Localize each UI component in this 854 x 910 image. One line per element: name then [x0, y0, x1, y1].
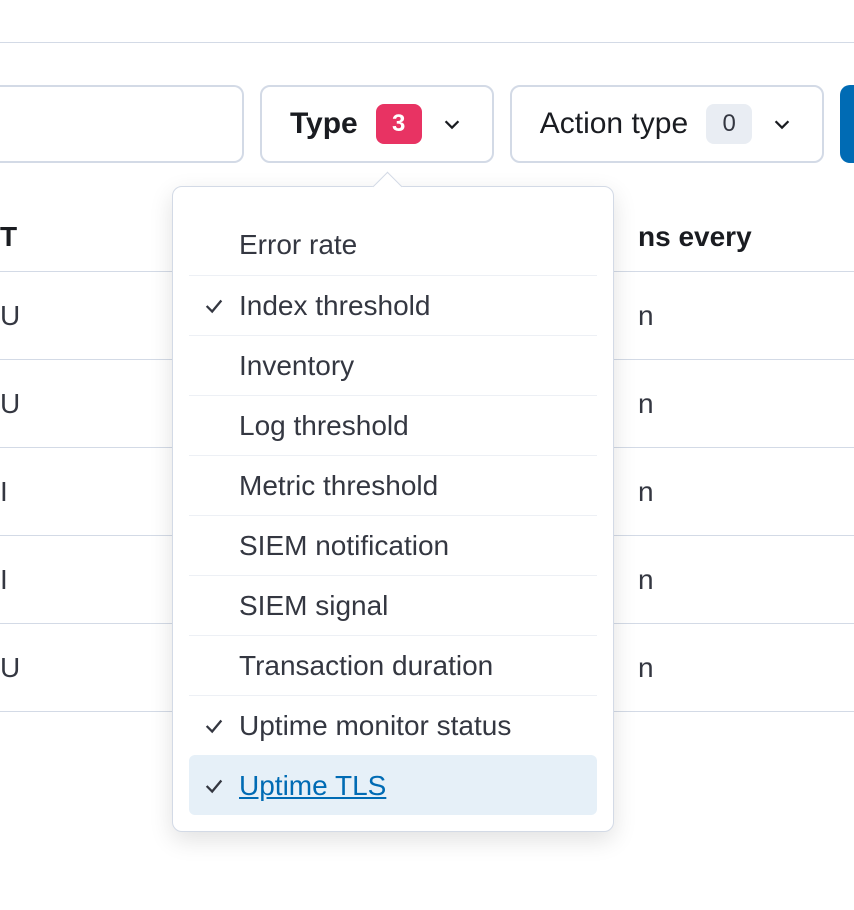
table-cell: I	[0, 476, 152, 508]
type-filter-option-label: Uptime TLS	[239, 770, 386, 802]
type-filter-option[interactable]: Uptime TLS	[189, 755, 597, 815]
type-filter-dropdown: Error rate Index threshold Inventory Log th…	[172, 186, 614, 832]
type-filter-option-label: Index threshold	[239, 290, 430, 322]
type-filter-option[interactable]: SIEM notification	[189, 515, 597, 575]
type-filter-option-label: Metric threshold	[239, 470, 438, 502]
filter-button-unknown[interactable]	[0, 85, 244, 163]
table-cell: U	[0, 388, 152, 420]
type-filter-option-label: Inventory	[239, 350, 354, 382]
table-cell: U	[0, 300, 152, 332]
chevron-down-icon	[770, 112, 794, 136]
type-filter-option-label: SIEM signal	[239, 590, 388, 622]
type-filter-option-label: Uptime monitor status	[239, 710, 511, 742]
table-cell: I	[0, 564, 152, 596]
type-filter-option[interactable]: Uptime monitor status	[189, 695, 597, 755]
table-cell: n	[638, 388, 854, 420]
primary-button-edge[interactable]	[840, 85, 854, 163]
type-filter-option[interactable]: Error rate	[189, 215, 597, 275]
check-icon	[197, 775, 231, 797]
table-cell: U	[0, 652, 152, 684]
table-header-col-2: ns every	[638, 221, 854, 253]
type-filter-option-list: Error rate Index threshold Inventory Log th…	[189, 215, 597, 815]
table-cell: n	[638, 652, 854, 684]
type-filter-option[interactable]: Index threshold	[189, 275, 597, 335]
filter-bar: Type 3 Action type 0	[0, 43, 854, 163]
table-header-col-0: T	[0, 221, 152, 253]
type-filter-option-label: SIEM notification	[239, 530, 449, 562]
type-filter-option-label: Error rate	[239, 229, 357, 261]
type-filter-option[interactable]: SIEM signal	[189, 575, 597, 635]
table-cell: n	[638, 476, 854, 508]
table-cell: n	[638, 564, 854, 596]
filter-action-type-label: Action type	[540, 107, 688, 141]
filter-action-type-count-badge: 0	[706, 104, 752, 144]
filter-type-label: Type	[290, 107, 358, 141]
check-icon	[197, 295, 231, 317]
filter-button-action-type[interactable]: Action type 0	[510, 85, 824, 163]
type-filter-option-label: Log threshold	[239, 410, 409, 442]
type-filter-option[interactable]: Inventory	[189, 335, 597, 395]
type-filter-option[interactable]: Transaction duration	[189, 635, 597, 695]
type-filter-option[interactable]: Metric threshold	[189, 455, 597, 515]
filter-type-count-badge: 3	[376, 104, 422, 144]
table-cell: n	[638, 300, 854, 332]
chevron-down-icon	[440, 112, 464, 136]
filter-button-type[interactable]: Type 3	[260, 85, 494, 163]
type-filter-option-label: Transaction duration	[239, 650, 493, 682]
type-filter-option[interactable]: Log threshold	[189, 395, 597, 455]
check-icon	[197, 715, 231, 737]
